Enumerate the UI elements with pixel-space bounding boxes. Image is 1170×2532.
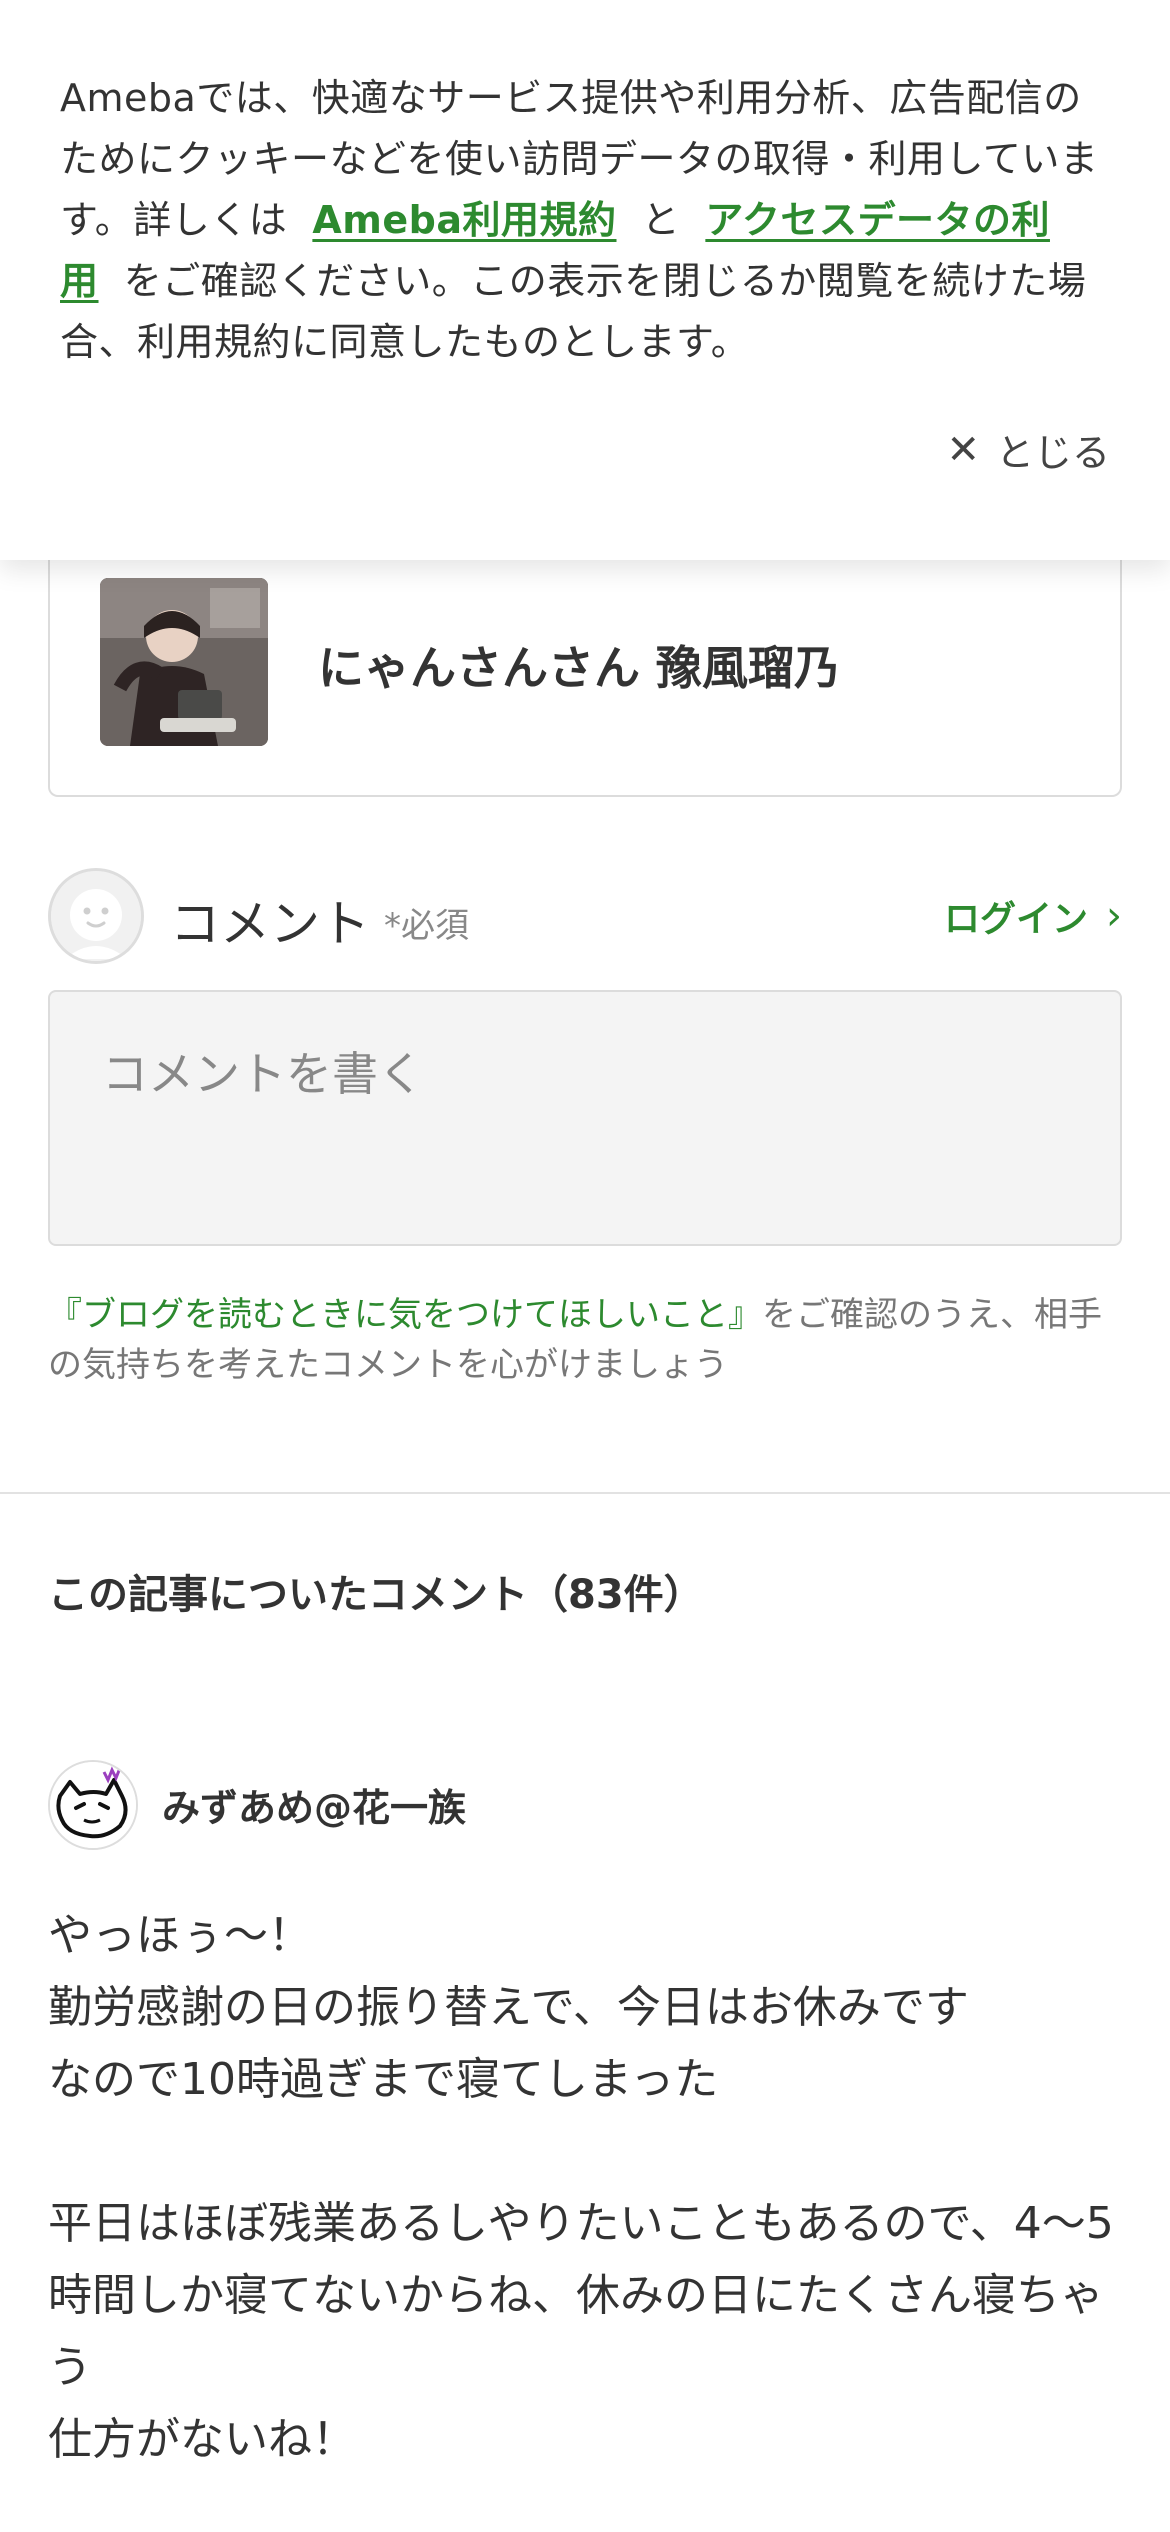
close-icon: ✕ — [946, 426, 980, 473]
comment-body: やっほぅ～！ 勤労感謝の日の振り替えで、今日はお休みです なので10時過ぎまで寝… — [48, 1900, 1128, 2476]
cookie-notice-text: Amebaでは、快適なサービス提供や利用分析、広告配信のためにクッキーなどを使い… — [60, 68, 1110, 373]
default-avatar-icon — [51, 871, 141, 961]
login-link[interactable]: ログイン › — [944, 890, 1122, 942]
comments-heading: この記事についたコメント（83件） — [48, 1572, 704, 1618]
comment-text: やっほぅ～！ 勤労感謝の日の振り替えで、今日はお休みです なので10時過ぎまで寝… — [48, 1910, 1114, 2465]
comment-guideline: 『ブログを読むときに気をつけてほしいこと』をご確認のうえ、相手の気持ちを考えたコ… — [48, 1290, 1122, 1390]
user-avatar-placeholder — [48, 868, 144, 964]
cookie-connector: と — [641, 198, 681, 242]
comment-title: コメント — [170, 895, 370, 953]
guideline-link[interactable]: 『ブログを読むときに気をつけてほしいこと』 — [48, 1295, 762, 1335]
author-name: にゃんさんさん 豫風瑠乃 — [318, 641, 841, 695]
author-photo-icon — [100, 578, 268, 746]
commenter-avatar[interactable] — [48, 1760, 138, 1850]
comment-form-header: コメント *必須 ログイン › — [48, 868, 1122, 968]
login-label: ログイン — [943, 899, 1088, 940]
comment-textarea[interactable] — [48, 990, 1122, 1246]
cookie-consent-banner: Amebaでは、快適なサービス提供や利用分析、広告配信のためにクッキーなどを使い… — [0, 0, 1170, 560]
reblog-author-card[interactable]: にゃんさんさん 豫風瑠乃 — [48, 520, 1122, 797]
commenter-name[interactable]: みずあめ@花一族 — [162, 1777, 466, 1832]
section-divider — [0, 1492, 1170, 1494]
cookie-close-label: とじる — [995, 431, 1110, 475]
page: にゃんさんさん 豫風瑠乃 Amebaでは、快適なサービス提供や利用分析、広告配信… — [0, 0, 1170, 2532]
chevron-right-icon: › — [1106, 893, 1122, 939]
cookie-text-after: をご確認ください。この表示を閉じるか閲覧を続けた場合、利用規約に同意したものとし… — [60, 259, 1087, 364]
cat-avatar-icon — [50, 1762, 136, 1848]
terms-link[interactable]: Ameba利用規約 — [312, 198, 616, 242]
author-thumbnail — [100, 578, 268, 746]
required-mark: *必須 — [384, 906, 469, 946]
cookie-close-button[interactable]: ✕ とじる — [946, 422, 1110, 477]
